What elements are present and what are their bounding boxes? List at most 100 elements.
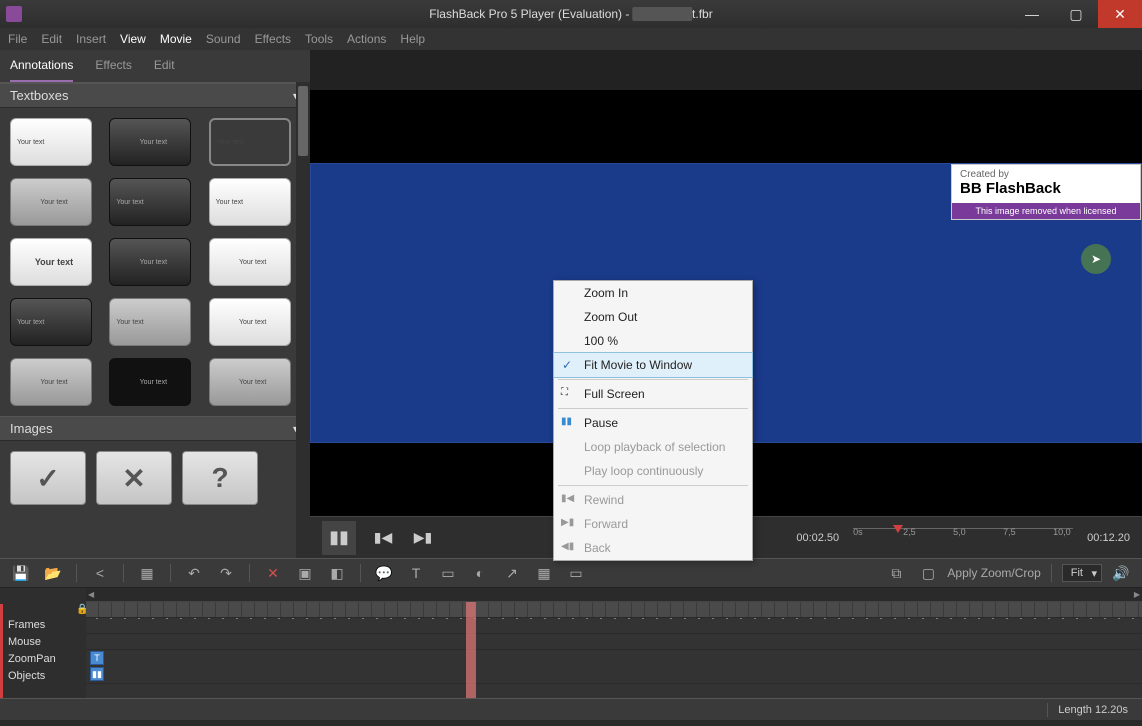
context-item: Loop playback of selection <box>554 435 752 459</box>
menu-sound[interactable]: Sound <box>206 32 241 46</box>
menu-tools[interactable]: Tools <box>305 32 333 46</box>
share-button[interactable]: < <box>87 562 113 584</box>
scrollbar-thumb[interactable] <box>298 86 308 156</box>
textbox-preset[interactable]: Your text <box>10 118 92 166</box>
track-label-zoompan[interactable]: ZoomPan <box>0 652 86 669</box>
arrow-button[interactable]: ↗ <box>499 562 525 584</box>
context-item[interactable]: Zoom Out <box>554 305 752 329</box>
playhead-marker[interactable] <box>893 525 903 533</box>
clone-button[interactable]: ⧉ <box>883 562 909 584</box>
track-frames[interactable]: 🔒 <box>86 602 1142 618</box>
textbox-preset[interactable]: Your text <box>209 238 291 286</box>
tab-effects[interactable]: Effects <box>95 58 131 82</box>
maximize-button[interactable]: ▢ <box>1054 0 1098 28</box>
image-button[interactable]: ▭ <box>435 562 461 584</box>
screen-button[interactable]: ▢ <box>915 562 941 584</box>
context-item[interactable]: 100 % <box>554 329 752 353</box>
blur-button[interactable]: ▦ <box>531 562 557 584</box>
section-images-header[interactable]: Images ▼ <box>0 416 310 441</box>
highlight-button[interactable]: ◐ <box>467 562 493 584</box>
textbox-preset[interactable]: Your text <box>209 298 291 346</box>
fit-select[interactable]: Fit <box>1062 564 1102 582</box>
textbox-preset[interactable]: Your text <box>10 238 92 286</box>
textbox-preset[interactable]: Your text <box>209 118 291 166</box>
menu-insert[interactable]: Insert <box>76 32 106 46</box>
menu-movie[interactable]: Movie <box>160 32 192 46</box>
textbox-preset[interactable]: Your text <box>109 238 191 286</box>
object-text-icon[interactable]: T <box>90 651 104 665</box>
total-time: 00:12.20 <box>1087 532 1130 544</box>
image-preset-question[interactable]: ? <box>182 451 258 505</box>
separator <box>76 564 77 582</box>
textbox-preset[interactable]: Your text <box>109 118 191 166</box>
menu-edit[interactable]: Edit <box>41 32 62 46</box>
image-preset-cross[interactable]: ✕ <box>96 451 172 505</box>
app-icon <box>6 6 22 22</box>
section-textboxes-header[interactable]: Textboxes ▼ <box>0 83 310 108</box>
crop-button[interactable]: ▣ <box>292 562 318 584</box>
pause-button[interactable]: ▮▮ <box>322 521 356 555</box>
tab-edit[interactable]: Edit <box>154 58 175 82</box>
menu-help[interactable]: Help <box>400 32 425 46</box>
textbox-preset[interactable]: Your text <box>109 178 191 226</box>
prev-button[interactable]: ▮◀ <box>370 525 396 551</box>
context-item[interactable]: Fit Movie to Window <box>554 353 752 377</box>
tool-button[interactable]: ◧ <box>324 562 350 584</box>
tab-annotations[interactable]: Annotations <box>10 58 73 82</box>
volume-button[interactable]: 🔊 <box>1108 562 1134 584</box>
statusbar: Length 12.20s <box>0 698 1142 720</box>
time-ruler[interactable]: 0s 2,5 5,0 7,5 10,0 <box>853 528 1073 548</box>
menu-view[interactable]: View <box>120 32 146 46</box>
ruler-ticks: 0s 2,5 5,0 7,5 10,0 <box>853 528 1073 548</box>
text-button[interactable]: T <box>403 562 429 584</box>
export-button[interactable]: ▦ <box>134 562 160 584</box>
menu-separator <box>558 485 748 486</box>
status-length-value: 12.20s <box>1095 704 1128 716</box>
context-item[interactable]: Zoom In <box>554 281 752 305</box>
textbox-preset[interactable]: Your text <box>10 298 92 346</box>
textbox-preset[interactable]: Your text <box>109 358 191 406</box>
button-button[interactable]: ▭ <box>563 562 589 584</box>
track-objects[interactable]: T ▮▮ <box>86 650 1142 684</box>
undo-button[interactable]: ↶ <box>181 562 207 584</box>
delete-button[interactable]: ✕ <box>260 562 286 584</box>
window-buttons: — ▢ ✕ <box>1010 0 1142 28</box>
object-pause-icon[interactable]: ▮▮ <box>90 667 104 681</box>
textbox-preset[interactable]: Your text <box>10 178 92 226</box>
track-label-objects[interactable]: Objects <box>0 669 86 686</box>
context-item[interactable]: ⛶Full Screen <box>554 382 752 406</box>
save-button[interactable]: 💾 <box>8 562 34 584</box>
current-time: 00:02.50 <box>796 532 839 544</box>
textbox-preset[interactable]: Your text <box>109 298 191 346</box>
textbox-preset[interactable]: Your text <box>10 358 92 406</box>
image-preset-check[interactable]: ✓ <box>10 451 86 505</box>
minimize-button[interactable]: — <box>1010 0 1054 28</box>
timeline-playhead[interactable] <box>466 602 476 698</box>
apply-zoom-label[interactable]: Apply Zoom/Crop <box>947 566 1040 580</box>
track-label-mouse[interactable]: Mouse <box>0 635 86 652</box>
section-textboxes-label: Textboxes <box>10 88 69 103</box>
track-mouse[interactable] <box>86 618 1142 634</box>
left-scrollbar[interactable] <box>296 82 310 558</box>
textbox-preset[interactable]: Your text <box>209 178 291 226</box>
context-item[interactable]: ▮▮Pause <box>554 411 752 435</box>
timeline-hscroll[interactable] <box>86 588 1142 602</box>
separator <box>170 564 171 582</box>
next-button[interactable]: ▶▮ <box>410 525 436 551</box>
close-button[interactable]: ✕ <box>1098 0 1142 28</box>
textbox-preset[interactable]: Your text <box>209 358 291 406</box>
context-item: ▶▮Forward <box>554 512 752 536</box>
menu-file[interactable]: File <box>8 32 27 46</box>
track-label-frames[interactable]: Frames <box>0 618 86 635</box>
separator <box>1051 564 1052 582</box>
menu-actions[interactable]: Actions <box>347 32 386 46</box>
separator <box>249 564 250 582</box>
track-zoompan[interactable] <box>86 634 1142 650</box>
timeline-tracks[interactable]: 🔒 T ▮▮ <box>86 588 1142 698</box>
open-button[interactable]: 📂 <box>40 562 66 584</box>
speech-button[interactable]: 💬 <box>371 562 397 584</box>
title-redaction <box>633 7 692 21</box>
redo-button[interactable]: ↷ <box>213 562 239 584</box>
status-separator <box>1047 703 1048 717</box>
menu-effects[interactable]: Effects <box>255 32 291 46</box>
